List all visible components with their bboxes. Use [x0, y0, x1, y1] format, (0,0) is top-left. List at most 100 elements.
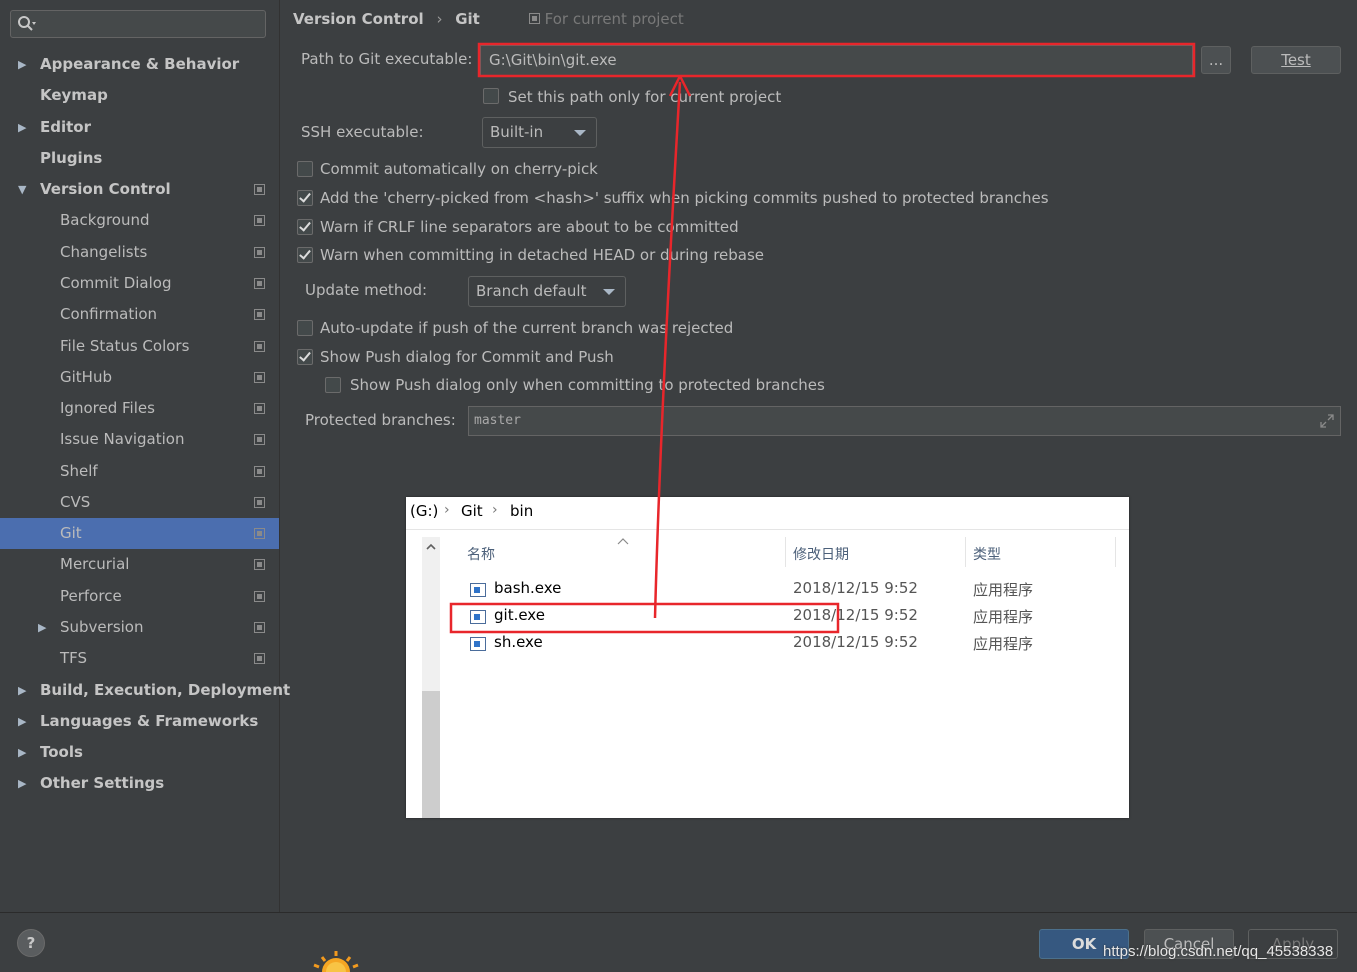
column-header-type[interactable]: 类型: [973, 544, 1001, 564]
collapsed-arrow-icon[interactable]: ▶: [18, 768, 26, 799]
update-method-dropdown[interactable]: Branch default: [468, 276, 626, 307]
expanded-arrow-icon[interactable]: ▼: [18, 174, 26, 205]
sidebar-item-label: Background: [60, 211, 150, 230]
collapsed-arrow-icon[interactable]: ▶: [18, 706, 26, 737]
exe-file-icon: [470, 637, 486, 651]
sidebar-item-label: Version Control: [40, 180, 171, 199]
auto-update-checkbox[interactable]: [297, 320, 313, 336]
git-path-input[interactable]: G:\Git\bin\git.exe: [480, 45, 1193, 76]
sidebar-item-commit-dialog[interactable]: Commit Dialog: [0, 268, 279, 299]
cherry-suffix-checkbox[interactable]: [297, 190, 313, 206]
project-scope-icon: [254, 371, 265, 383]
project-scope-icon: [528, 13, 540, 24]
sidebar-item-file-status-colors[interactable]: File Status Colors: [0, 331, 279, 362]
breadcrumb-git: Git: [455, 10, 480, 28]
commit-auto-label: Commit automatically on cherry-pick: [320, 160, 598, 178]
sidebar-item-version-control[interactable]: ▼ Version Control: [0, 174, 279, 205]
file-name[interactable]: sh.exe: [494, 633, 543, 651]
sidebar-item-appearance-behavior[interactable]: ▶ Appearance & Behavior: [0, 49, 279, 80]
file-type: 应用程序: [973, 635, 1034, 653]
file-name[interactable]: git.exe: [494, 606, 545, 624]
sidebar-item-label: Git: [60, 524, 82, 543]
sidebar-item-ignored-files[interactable]: Ignored Files: [0, 393, 279, 424]
project-scope-icon: [254, 622, 265, 634]
sidebar-item-label: Issue Navigation: [60, 430, 185, 449]
sidebar-item-background[interactable]: Background: [0, 205, 279, 236]
collapsed-arrow-icon[interactable]: ▶: [18, 675, 26, 706]
sidebar-item-shelf[interactable]: Shelf: [0, 456, 279, 487]
browse-button[interactable]: ...: [1201, 46, 1231, 74]
collapsed-arrow-icon[interactable]: ▶: [18, 49, 26, 80]
sidebar-item-mercurial[interactable]: Mercurial: [0, 549, 279, 580]
nav-scrollbar[interactable]: [422, 537, 440, 818]
column-divider: [785, 537, 786, 567]
current-project-label: Set this path only for current project: [508, 88, 782, 106]
sidebar-item-perforce[interactable]: Perforce: [0, 581, 279, 612]
crumb-separator: ›: [444, 502, 450, 518]
column-header-name[interactable]: 名称: [467, 544, 495, 564]
sidebar-item-keymap[interactable]: Keymap: [0, 80, 279, 111]
project-scope-icon: [254, 403, 265, 415]
ssh-executable-dropdown[interactable]: Built-in: [482, 117, 597, 148]
show-push-checkbox[interactable]: [297, 349, 313, 365]
crlf-warning-checkbox[interactable]: [297, 219, 313, 235]
detached-head-checkbox[interactable]: [297, 247, 313, 263]
sidebar-item-tools[interactable]: ▶ Tools: [0, 737, 279, 768]
show-push-protected-checkbox[interactable]: [325, 377, 341, 393]
column-divider: [965, 537, 966, 567]
sidebar-item-confirmation[interactable]: Confirmation: [0, 299, 279, 330]
sidebar-item-github[interactable]: GitHub: [0, 362, 279, 393]
show-push-label: Show Push dialog for Commit and Push: [320, 348, 614, 366]
scrollbar-thumb[interactable]: [422, 691, 440, 818]
crumb-git[interactable]: Git: [461, 502, 483, 520]
project-scope-icon: [254, 496, 265, 508]
project-scope-icon: [254, 340, 265, 352]
collapsed-arrow-icon[interactable]: ▶: [38, 612, 46, 643]
file-name[interactable]: bash.exe: [494, 579, 561, 597]
sidebar-item-issue-navigation[interactable]: Issue Navigation: [0, 424, 279, 455]
sidebar-item-label: Appearance & Behavior: [40, 55, 240, 73]
sidebar-item-label: Editor: [40, 117, 91, 136]
ssh-executable-value: Built-in: [490, 123, 544, 141]
column-header-date[interactable]: 修改日期: [793, 544, 849, 564]
file-date: 2018/12/15 9:52: [793, 606, 918, 624]
settings-search-input[interactable]: [10, 10, 266, 38]
project-scope-icon: [254, 277, 265, 289]
crumb-bin[interactable]: bin: [510, 502, 533, 520]
search-icon: [18, 16, 36, 31]
project-scope-icon: [254, 246, 265, 258]
project-scope-icon: [254, 184, 265, 196]
crumb-separator: ›: [492, 502, 498, 518]
sidebar-item-build-execution-deployment[interactable]: ▶ Build, Execution, Deployment: [0, 675, 290, 706]
current-project-checkbox[interactable]: [483, 88, 499, 104]
sidebar-item-other-settings[interactable]: ▶ Other Settings: [0, 768, 279, 799]
collapsed-arrow-icon[interactable]: ▶: [18, 112, 26, 143]
sidebar-item-label: Tools: [40, 743, 83, 762]
sidebar-item-cvs[interactable]: CVS: [0, 487, 279, 518]
sidebar-item-editor[interactable]: ▶ Editor: [0, 112, 279, 143]
protected-branches-label: Protected branches:: [305, 411, 456, 429]
expand-icon[interactable]: [1320, 414, 1334, 428]
commit-auto-checkbox[interactable]: [297, 161, 313, 177]
sidebar-item-label: GitHub: [60, 367, 112, 386]
protected-branches-value: master: [474, 413, 521, 428]
explorer-address-bar[interactable]: (G:) › Git › bin: [406, 497, 1129, 530]
chevron-down-icon: [603, 289, 615, 295]
sun-icon: [313, 951, 359, 972]
sidebar-item-changelists[interactable]: Changelists: [0, 237, 279, 268]
help-button[interactable]: ?: [17, 929, 45, 957]
sidebar-item-languages-frameworks[interactable]: ▶ Languages & Frameworks: [0, 706, 279, 737]
scroll-up-icon[interactable]: [422, 539, 440, 555]
collapsed-arrow-icon[interactable]: ▶: [18, 737, 26, 768]
sidebar-item-tfs[interactable]: TFS: [0, 643, 279, 674]
test-button[interactable]: Test: [1251, 46, 1341, 74]
crumb-drive[interactable]: (G:): [410, 502, 438, 520]
project-scope-icon: [254, 590, 265, 602]
detached-head-label: Warn when committing in detached HEAD or…: [320, 246, 765, 264]
sidebar-item-git[interactable]: Git: [0, 518, 279, 550]
sidebar-item-subversion[interactable]: ▶ Subversion: [0, 612, 279, 643]
file-explorer-window: (G:) › Git › bin 名称 修改日期 类型 bash.exe 2018…: [406, 497, 1129, 818]
protected-branches-input[interactable]: master: [468, 406, 1341, 436]
sidebar-item-plugins[interactable]: Plugins: [0, 143, 279, 174]
settings-sidebar: ▶ Appearance & Behavior Keymap ▶ Editor Plugi…: [0, 0, 290, 912]
